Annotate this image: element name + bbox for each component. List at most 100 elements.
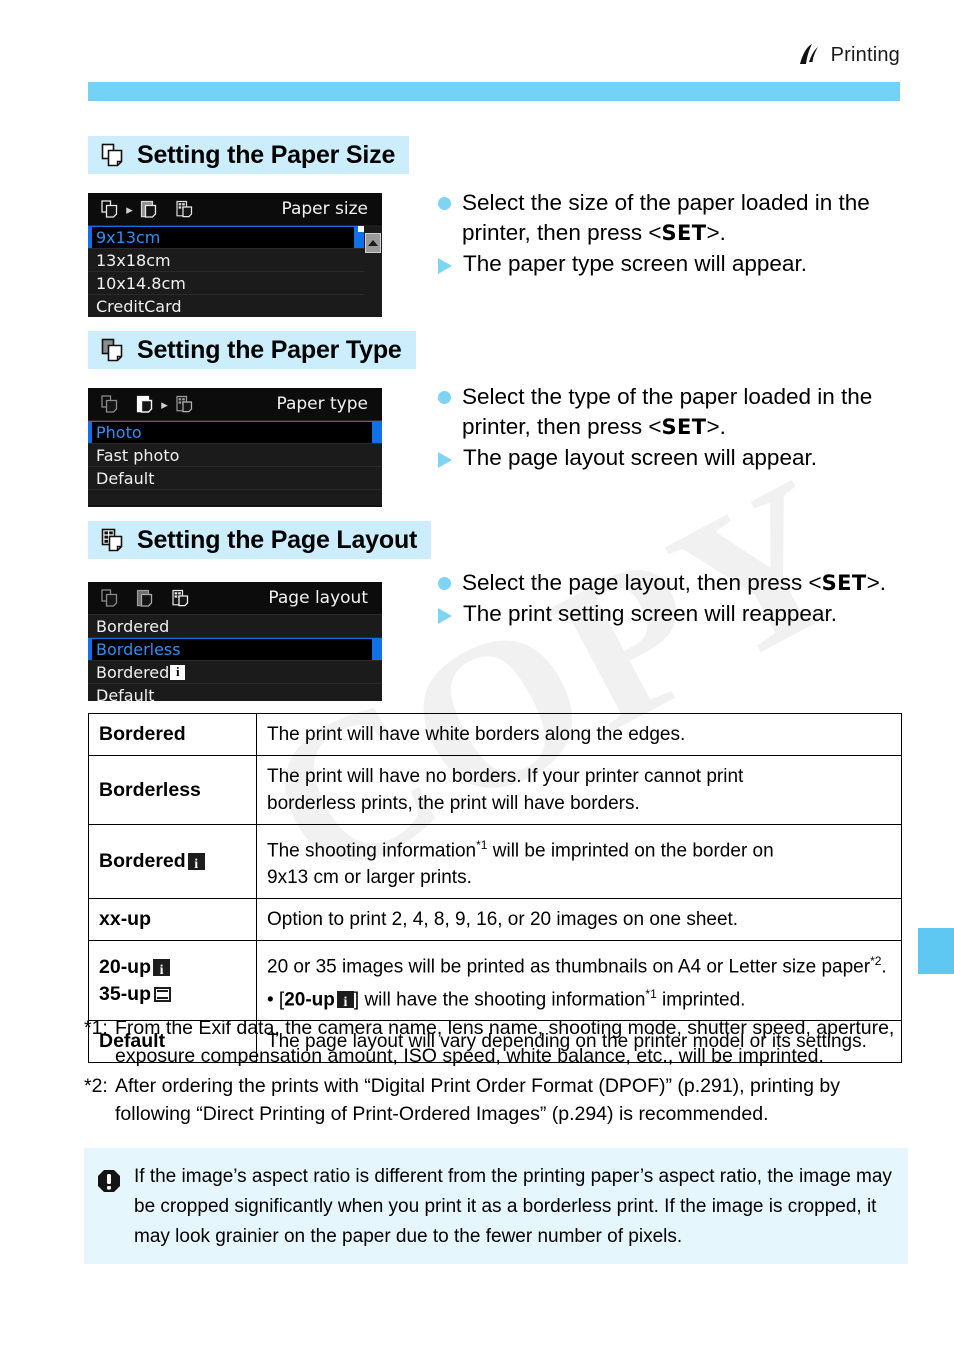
table-row: Bordered The print will have white borde…: [88, 713, 902, 756]
table-key-label: Borderless: [99, 778, 201, 801]
table-row: 20-up 35-up 20 or 35 images will be prin…: [88, 940, 902, 1021]
triangle-right-icon: [438, 258, 452, 274]
table-desc-line: Option to print 2, 4, 8, 9, 16, or 20 im…: [267, 909, 739, 931]
lcd-option-label: 10x14.8cm: [96, 273, 186, 293]
lcd-screen-page-layout: Page layout Bordered Borderless Bordered…: [88, 582, 382, 701]
table-desc-line: The print will have no borders. If your …: [267, 766, 744, 787]
info-icon: [187, 851, 205, 878]
section-title: Setting the Paper Size: [137, 140, 396, 169]
info-icon: [336, 989, 354, 1016]
paper-type-icon[interactable]: [135, 588, 155, 608]
paper-type-icon[interactable]: [135, 394, 155, 414]
contact-sheet-icon: [154, 986, 172, 1002]
lcd-option-row[interactable]: Fast photo: [88, 443, 382, 466]
chevron-right-icon: ▸: [126, 201, 133, 217]
lcd-option-label: Default: [96, 685, 155, 702]
footnotes: *1: From the Exif data, the camera name,…: [84, 1014, 908, 1130]
page-layout-icon[interactable]: [170, 588, 190, 608]
lcd-option-row[interactable]: CreditCard: [88, 294, 364, 317]
table-key-label: 35-up: [99, 982, 152, 1005]
lcd-option-label: 13x18cm: [96, 250, 171, 270]
table-desc-line: The print will have white borders along …: [267, 724, 686, 745]
step-item: Select the page layout, then press <SET>…: [438, 568, 908, 598]
table-key-cell: Borderless: [88, 755, 257, 825]
bullet-icon: [438, 391, 451, 404]
lcd-title: Paper size: [281, 199, 368, 219]
lcd-option-label: Photo: [92, 421, 372, 443]
step-text: Select the size of the paper loaded in t…: [462, 190, 870, 245]
steps-paper-size: Select the size of the paper loaded in t…: [438, 188, 903, 280]
printer-icon: [796, 42, 822, 68]
table-row: xx-up Option to print 2, 4, 8, 9, 16, or…: [88, 898, 902, 942]
table-desc-cell: The print will have no borders. If your …: [256, 755, 902, 825]
chevron-right-icon: ▸: [161, 396, 168, 412]
page-layout-icon[interactable]: [174, 394, 194, 414]
lcd-option-row[interactable]: Default: [88, 683, 382, 701]
step-item: The paper type screen will appear.: [438, 249, 903, 279]
lcd-option-row[interactable]: 13x18cm: [88, 248, 364, 271]
footnote-item: *1: From the Exif data, the camera name,…: [84, 1014, 908, 1070]
section-title: Setting the Paper Type: [137, 335, 402, 364]
paper-type-icon[interactable]: [139, 199, 159, 219]
page-layout-icon[interactable]: [174, 199, 194, 219]
table-desc-cell: The shooting information*1 will be impri…: [256, 823, 902, 900]
scroll-up-button[interactable]: [365, 233, 381, 253]
footnote-tag: *1:: [84, 1017, 108, 1039]
step-item: The print setting screen will reappear.: [438, 599, 908, 629]
footnote-text: From the Exif data, the camera name, len…: [115, 1017, 895, 1067]
table-key-label: xx-up: [99, 908, 152, 931]
caution-box: If the image’s aspect ratio is different…: [84, 1148, 908, 1264]
paper-size-icon[interactable]: [100, 199, 120, 219]
step-text: Select the type of the paper loaded in t…: [462, 384, 873, 439]
section-heading-paper-size: Setting the Paper Size: [88, 136, 410, 174]
lcd-option-row[interactable]: 9x13cm: [88, 225, 364, 248]
steps-page-layout: Select the page layout, then press <SET>…: [438, 568, 908, 630]
footnote-text: After ordering the prints with “Digital …: [115, 1075, 840, 1125]
lcd-screen-paper-type: ▸ Paper type Photo Fast photo Default: [88, 388, 382, 507]
lcd-option-label: Default: [96, 468, 155, 488]
lcd-option-row[interactable]: Bordered: [88, 660, 382, 683]
chapter-edge-tab: [918, 928, 954, 974]
lcd-option-row[interactable]: Borderless: [88, 637, 382, 660]
lcd-screen-paper-size: ▸ Paper size 9x13cm 13x18cm 10x14.8cm Cr…: [88, 193, 382, 317]
step-text: The print setting screen will reappear.: [463, 601, 837, 626]
lcd-option-row[interactable]: 10x14.8cm: [88, 271, 364, 294]
info-icon: [153, 957, 171, 984]
lcd-tab-bar: ▸ Paper size: [88, 193, 382, 225]
table-key-cell: xx-up: [88, 898, 257, 942]
section-heading-page-layout: Setting the Page Layout: [88, 521, 432, 559]
table-row: Borderless The print will have no border…: [88, 755, 902, 825]
lcd-row-filler: [88, 489, 382, 505]
table-desc-cell: The print will have white borders along …: [256, 713, 902, 756]
paper-size-icon[interactable]: [100, 394, 120, 414]
table-row: Bordered The shooting information*1 will…: [88, 823, 902, 900]
step-text: The page layout screen will appear.: [463, 445, 817, 470]
triangle-right-icon: [438, 452, 452, 468]
step-item: Select the size of the paper loaded in t…: [438, 188, 903, 248]
paper-size-icon: [100, 142, 126, 168]
lcd-option-label: Fast photo: [96, 445, 180, 465]
paper-size-icon[interactable]: [100, 588, 120, 608]
footnote-ref: *2: [870, 954, 882, 969]
lcd-title: Page layout: [268, 588, 368, 608]
lcd-option-row[interactable]: Default: [88, 466, 382, 489]
steps-paper-type: Select the type of the paper loaded in t…: [438, 382, 903, 474]
caution-text: If the image’s aspect ratio is different…: [134, 1166, 892, 1247]
lcd-option-row[interactable]: Photo: [88, 420, 382, 443]
table-key-cell: Bordered: [88, 823, 257, 900]
table-key-label: 20-up: [99, 955, 152, 978]
running-head: Printing: [796, 42, 900, 68]
bullet-icon: [438, 197, 451, 210]
caution-icon: [96, 1168, 122, 1194]
selection-edge-marker: [358, 226, 364, 232]
page-layout-table: Bordered The print will have white borde…: [88, 713, 902, 1063]
step-item: The page layout screen will appear.: [438, 443, 903, 473]
step-text: The paper type screen will appear.: [463, 251, 807, 276]
triangle-right-icon: [438, 608, 452, 624]
page-layout-icon: [100, 527, 126, 553]
lcd-option-row[interactable]: Bordered: [88, 614, 382, 637]
table-desc-cell: Option to print 2, 4, 8, 9, 16, or 20 im…: [256, 898, 902, 942]
section-title: Setting the Page Layout: [137, 525, 418, 554]
table-desc-cell: 20 or 35 images will be printed as thumb…: [256, 940, 902, 1021]
table-key-cell: 20-up 35-up: [88, 940, 257, 1021]
